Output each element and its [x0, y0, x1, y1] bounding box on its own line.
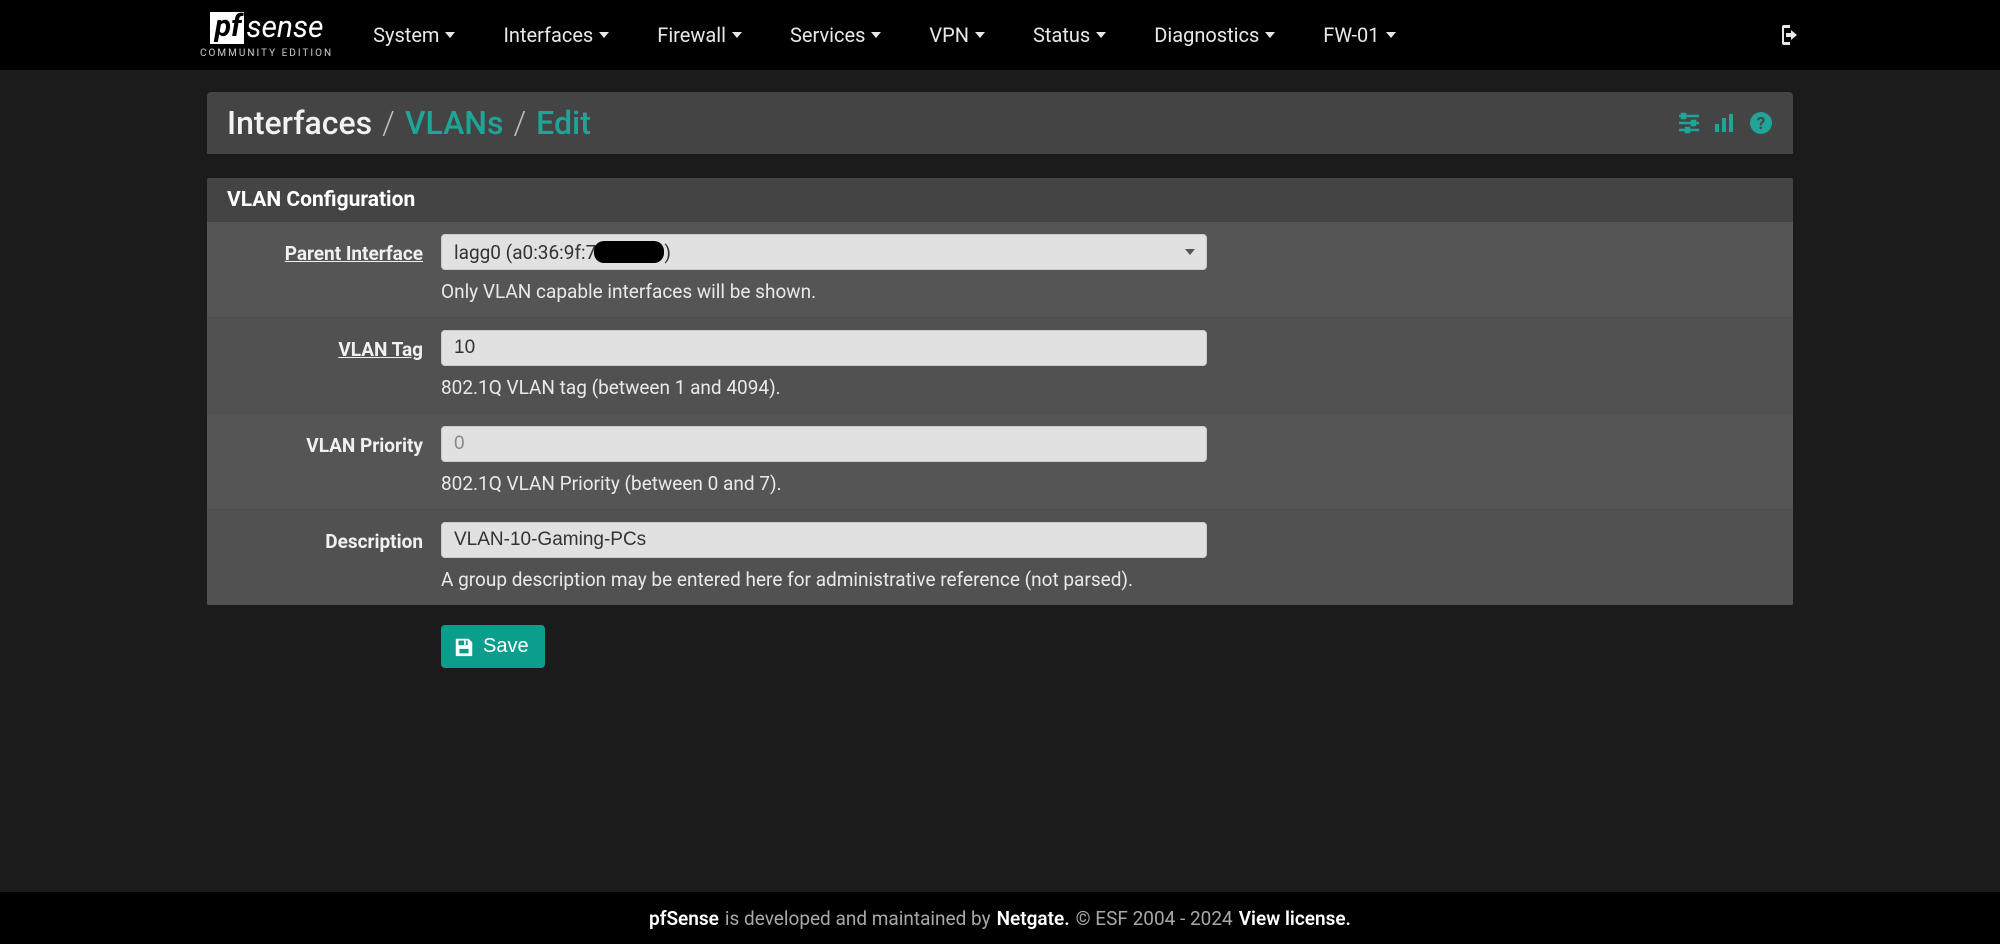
breadcrumb-mid[interactable]: VLANs — [405, 104, 504, 142]
nav-label: System — [373, 23, 439, 47]
row-vlan-tag: VLAN Tag 802.1Q VLAN tag (between 1 and … — [207, 318, 1793, 414]
save-row: Save — [207, 605, 1793, 668]
breadcrumb-leaf[interactable]: Edit — [536, 104, 591, 142]
vlan-tag-input[interactable] — [441, 330, 1207, 366]
select-value-suffix: ) — [664, 241, 671, 264]
save-button[interactable]: Save — [441, 625, 545, 668]
label-parent-interface: Parent Interface — [223, 234, 441, 265]
stats-icon[interactable] — [1713, 112, 1737, 134]
chevron-down-icon — [445, 32, 455, 38]
logo[interactable]: pf sense COMMUNITY EDITION — [200, 12, 333, 59]
row-vlan-priority: VLAN Priority 802.1Q VLAN Priority (betw… — [207, 414, 1793, 510]
description-input[interactable] — [441, 522, 1207, 558]
nav-item-interfaces[interactable]: Interfaces — [503, 23, 609, 47]
nav-item-system[interactable]: System — [373, 23, 455, 47]
footer-copyright: © ESF 2004 - 2024 — [1076, 907, 1233, 930]
nav-label: Firewall — [657, 23, 726, 47]
logout-icon[interactable] — [1774, 23, 1800, 47]
chevron-down-icon — [732, 32, 742, 38]
nav-item-hostname[interactable]: FW-01 — [1323, 23, 1395, 47]
help-description: A group description may be entered here … — [441, 568, 1207, 591]
chevron-down-icon — [599, 32, 609, 38]
label-description: Description — [223, 522, 441, 553]
logo-subtitle: COMMUNITY EDITION — [200, 48, 333, 59]
footer-license-link[interactable]: View license. — [1239, 907, 1351, 930]
nav-item-status[interactable]: Status — [1033, 23, 1106, 47]
footer-text: is developed and maintained by — [725, 907, 991, 930]
logo-pf: pf — [210, 12, 245, 44]
label-vlan-tag: VLAN Tag — [223, 330, 441, 361]
nav-item-firewall[interactable]: Firewall — [657, 23, 742, 47]
footer: pfSense is developed and maintained by N… — [0, 892, 2000, 944]
chevron-down-icon — [1265, 32, 1275, 38]
page-actions: ? — [1677, 111, 1773, 135]
main-container: Interfaces / VLANs / Edit ? VLAN Configu… — [207, 70, 1793, 668]
nav-label: Diagnostics — [1154, 23, 1259, 47]
vlan-config-panel: VLAN Configuration Parent Interface lagg… — [207, 178, 1793, 605]
panel-title: VLAN Configuration — [207, 178, 1793, 222]
svg-text:?: ? — [1757, 114, 1765, 134]
nav-items: System Interfaces Firewall Services VPN … — [373, 23, 1395, 47]
save-icon — [453, 636, 475, 658]
breadcrumb-sep: / — [513, 104, 526, 142]
row-description: Description A group description may be e… — [207, 510, 1793, 605]
footer-pfsense: pfSense — [649, 907, 719, 930]
breadcrumb-root[interactable]: Interfaces — [227, 104, 372, 142]
redacted-mac — [594, 241, 664, 263]
nav-label: Interfaces — [503, 23, 593, 47]
chevron-down-icon — [871, 32, 881, 38]
vlan-priority-input[interactable] — [441, 426, 1207, 462]
nav-label: Status — [1033, 23, 1090, 47]
nav-item-vpn[interactable]: VPN — [929, 23, 985, 47]
help-vlan-tag: 802.1Q VLAN tag (between 1 and 4094). — [441, 376, 1207, 399]
breadcrumb-bar: Interfaces / VLANs / Edit ? — [207, 92, 1793, 154]
breadcrumb: Interfaces / VLANs / Edit — [227, 104, 591, 142]
nav-label: VPN — [929, 23, 969, 47]
chevron-down-icon — [1386, 32, 1396, 38]
nav-label: FW-01 — [1323, 23, 1379, 47]
nav-label: Services — [790, 23, 865, 47]
help-vlan-priority: 802.1Q VLAN Priority (between 0 and 7). — [441, 472, 1207, 495]
parent-interface-select[interactable]: lagg0 (a0:36:9f:7) — [441, 234, 1207, 270]
help-parent-interface: Only VLAN capable interfaces will be sho… — [441, 280, 1207, 303]
breadcrumb-sep: / — [382, 104, 395, 142]
select-value-prefix: lagg0 (a0:36:9f:7 — [454, 241, 596, 264]
chevron-down-icon — [1096, 32, 1106, 38]
help-icon[interactable]: ? — [1749, 111, 1773, 135]
logo-sense: sense — [244, 13, 323, 43]
nav-item-services[interactable]: Services — [790, 23, 881, 47]
chevron-down-icon — [975, 32, 985, 38]
nav-item-diagnostics[interactable]: Diagnostics — [1154, 23, 1275, 47]
row-parent-interface: Parent Interface lagg0 (a0:36:9f:7) Only… — [207, 222, 1793, 318]
sliders-icon[interactable] — [1677, 112, 1701, 134]
footer-netgate[interactable]: Netgate. — [997, 907, 1070, 930]
save-label: Save — [483, 635, 529, 658]
top-navbar: pf sense COMMUNITY EDITION System Interf… — [0, 0, 2000, 70]
label-vlan-priority: VLAN Priority — [223, 426, 441, 457]
